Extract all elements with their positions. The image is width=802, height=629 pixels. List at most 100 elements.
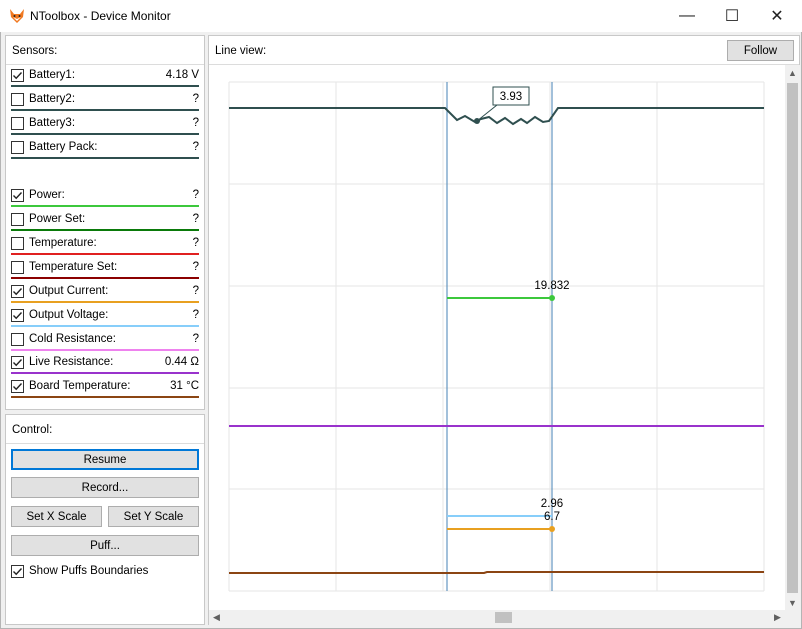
checkmark-icon xyxy=(13,288,23,296)
output-voltage-value-label: 2.96 xyxy=(541,498,563,510)
chart-grid xyxy=(228,81,765,592)
sensor-checkbox[interactable] xyxy=(11,380,24,393)
sensors-header: Sensors: xyxy=(12,45,58,57)
sensor-row[interactable]: Battery1: 4.18 V xyxy=(11,69,199,91)
sensor-label: Temperature Set: xyxy=(29,261,118,273)
follow-button[interactable]: Follow xyxy=(727,40,794,61)
sensor-label: Temperature: xyxy=(29,237,97,249)
window-title: NToolbox - Device Monitor xyxy=(30,9,171,23)
sensor-row[interactable]: Temperature:? xyxy=(11,237,199,259)
horizontal-scroll-thumb[interactable] xyxy=(495,612,512,623)
sensor-checkbox[interactable] xyxy=(11,309,24,322)
close-icon: ✕ xyxy=(770,8,784,25)
sensor-row[interactable]: Battery Pack:? xyxy=(11,141,199,163)
sensor-value: 31 °C xyxy=(170,380,199,392)
scroll-right-icon[interactable]: ▶ xyxy=(770,610,785,625)
battery-series-line xyxy=(229,107,764,126)
puff-button[interactable]: Puff... xyxy=(11,535,199,556)
show-puffs-boundaries-checkbox[interactable]: Show Puffs Boundaries xyxy=(11,565,201,581)
sensor-checkbox[interactable] xyxy=(11,93,24,106)
sensor-value: ? xyxy=(192,309,199,321)
line-chart[interactable]: 3.93 19.832 2.96 6.7 xyxy=(209,65,785,610)
maximize-icon: ☐ xyxy=(724,8,740,25)
set-x-scale-button[interactable]: Set X Scale xyxy=(11,506,102,527)
sensor-row[interactable]: Live Resistance: 0.44 Ω xyxy=(11,356,199,378)
vertical-scroll-thumb[interactable] xyxy=(787,83,798,593)
sensor-color-line xyxy=(11,133,199,135)
sensor-checkbox[interactable] xyxy=(11,285,24,298)
sensor-row[interactable]: Temperature Set:? xyxy=(11,261,199,283)
sensor-row[interactable]: Power Set:? xyxy=(11,213,199,235)
sensor-color-line xyxy=(11,109,199,111)
title-bar: NToolbox - Device Monitor — ☐ ✕ xyxy=(0,0,802,32)
sensor-row[interactable]: Output Current:? xyxy=(11,285,199,307)
control-panel: Control: Resume Record... Set X Scale Se… xyxy=(5,414,205,625)
sensor-checkbox[interactable] xyxy=(11,356,24,369)
close-button[interactable]: ✕ xyxy=(754,0,800,32)
sensor-color-line xyxy=(11,205,199,207)
checkmark-icon xyxy=(13,72,23,80)
sensor-color-line xyxy=(11,253,199,255)
checkmark-icon xyxy=(13,568,23,576)
set-y-scale-button[interactable]: Set Y Scale xyxy=(108,506,199,527)
sensor-value: ? xyxy=(192,213,199,225)
scroll-down-icon[interactable]: ▼ xyxy=(785,595,800,610)
maximize-button[interactable]: ☐ xyxy=(709,0,755,32)
sensor-label: Battery2: xyxy=(29,93,76,105)
sensor-value: ? xyxy=(192,261,199,273)
sensor-color-line xyxy=(11,396,199,398)
record-button[interactable]: Record... xyxy=(11,477,199,498)
scroll-up-icon[interactable]: ▲ xyxy=(785,65,800,80)
sensor-color-line xyxy=(11,349,199,351)
sensor-checkbox[interactable] xyxy=(11,237,24,250)
sensor-value: ? xyxy=(192,237,199,249)
show-puffs-boundaries-label: Show Puffs Boundaries xyxy=(29,565,149,577)
sensor-color-line xyxy=(11,277,199,279)
control-header: Control: xyxy=(12,424,53,436)
sensor-value: ? xyxy=(192,141,199,153)
sensor-value: ? xyxy=(192,333,199,345)
output-current-value-label: 6.7 xyxy=(544,511,560,523)
sensor-row[interactable]: Power:? xyxy=(11,189,199,211)
sensor-label: Battery Pack: xyxy=(29,141,98,153)
sensor-color-line xyxy=(11,301,199,303)
horizontal-scrollbar[interactable]: ◀ ▶ xyxy=(209,610,785,625)
sensor-row[interactable]: Cold Resistance:? xyxy=(11,333,199,355)
sensor-checkbox[interactable] xyxy=(11,333,24,346)
sensor-row[interactable]: Board Temperature: 31 °C xyxy=(11,380,199,402)
line-view-panel: Line view: Follow 3.93 19.832 2.96 6.7 ▲… xyxy=(208,35,800,625)
board-temperature-series-line xyxy=(229,571,764,574)
sensor-checkbox[interactable] xyxy=(11,213,24,226)
sensor-value: 4.18 V xyxy=(165,69,199,81)
window-body: Sensors: Battery1: 4.18 V Battery2:? Batter… xyxy=(0,32,802,629)
sensor-checkbox[interactable] xyxy=(11,69,24,82)
sensor-checkbox[interactable] xyxy=(11,189,24,202)
sensor-value: ? xyxy=(192,117,199,129)
sensor-value: 0.44 Ω xyxy=(164,356,199,368)
battery-callout-value: 3.93 xyxy=(500,91,522,103)
resume-button[interactable]: Resume xyxy=(11,449,199,470)
sensor-value: ? xyxy=(192,93,199,105)
sensor-color-line xyxy=(11,85,199,87)
line-chart-svg: 3.93 19.832 2.96 6.7 xyxy=(228,81,765,592)
minimize-icon: — xyxy=(679,7,695,24)
checkmark-icon xyxy=(13,359,23,367)
minimize-button[interactable]: — xyxy=(664,0,710,32)
sensor-row[interactable]: Battery2:? xyxy=(11,93,199,115)
battery-callout-leader xyxy=(476,104,498,122)
sensor-checkbox[interactable] xyxy=(11,261,24,274)
sensors-panel: Sensors: Battery1: 4.18 V Battery2:? Batter… xyxy=(5,35,205,410)
sensor-value: ? xyxy=(192,285,199,297)
sensor-row[interactable]: Output Voltage:? xyxy=(11,309,199,331)
sensor-row[interactable]: Battery3:? xyxy=(11,117,199,139)
sensor-label: Power Set: xyxy=(29,213,86,225)
sensor-label: Battery1: xyxy=(29,69,76,81)
checkbox-box[interactable] xyxy=(11,565,24,578)
scrollbar-corner xyxy=(785,610,800,625)
sensor-label: Power: xyxy=(29,189,65,201)
vertical-scrollbar[interactable]: ▲ ▼ xyxy=(785,65,800,610)
sensor-checkbox[interactable] xyxy=(11,141,24,154)
scroll-left-icon[interactable]: ◀ xyxy=(209,610,224,625)
sensor-checkbox[interactable] xyxy=(11,117,24,130)
sensor-value: ? xyxy=(192,189,199,201)
